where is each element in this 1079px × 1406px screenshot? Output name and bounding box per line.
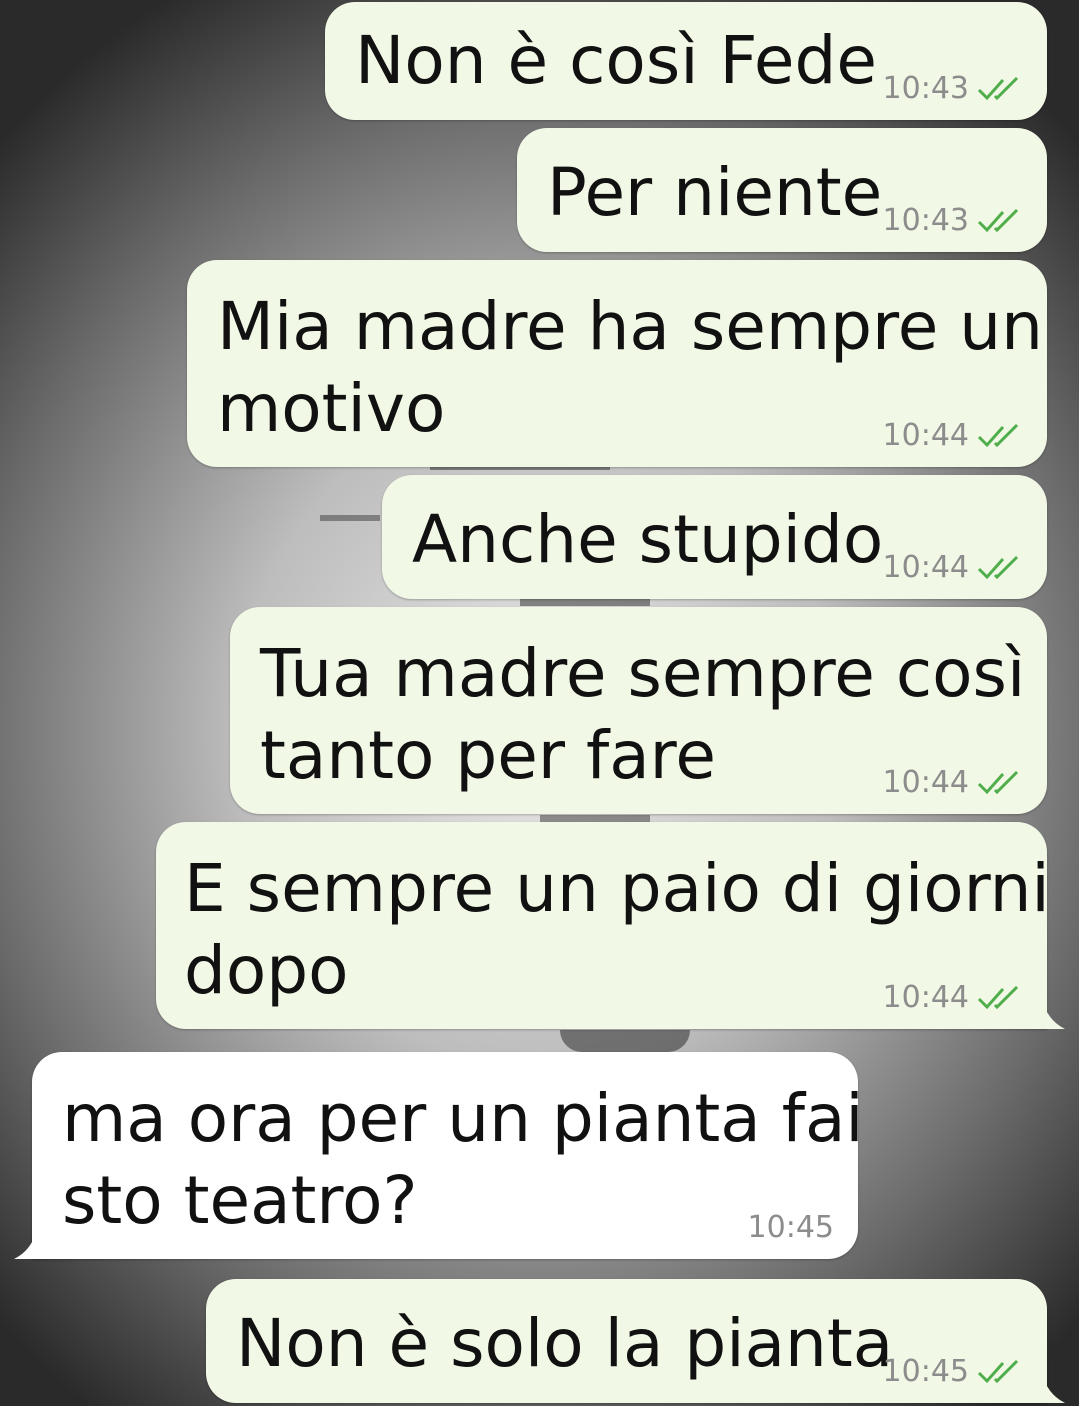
- message-text: Tua madre sempre così: [260, 635, 1026, 712]
- message-time: 10:44: [882, 550, 969, 585]
- double-check-icon: [977, 76, 1019, 100]
- double-check-icon: [977, 555, 1019, 579]
- message-text: dopo: [184, 932, 349, 1009]
- message-text: Per niente: [547, 154, 883, 231]
- message-meta: 10:44: [883, 765, 1023, 800]
- bubble-tail: [14, 1238, 34, 1259]
- double-check-icon: [977, 985, 1019, 1009]
- message-text: tanto per fare: [260, 717, 716, 794]
- message-bubble[interactable]: Anche stupido 10:44: [382, 475, 1047, 599]
- double-check-icon: [977, 1359, 1019, 1383]
- message-bubble[interactable]: Tua madre sempre così tanto per fare 10:…: [230, 607, 1047, 814]
- message-time: 10:45: [882, 1354, 969, 1389]
- message-time: 10:45: [747, 1210, 834, 1245]
- message-bubble[interactable]: Per niente 10:43: [517, 128, 1047, 252]
- message-bubble[interactable]: Mia madre ha sempre un motivo 10:44: [187, 260, 1047, 467]
- bubble-tail: [1045, 1008, 1065, 1029]
- message-text: Non è solo la pianta: [236, 1305, 894, 1382]
- double-check-icon: [977, 208, 1019, 232]
- message-meta: 10:45: [883, 1354, 1023, 1389]
- message-bubble[interactable]: Non è solo la pianta 10:45: [206, 1279, 1047, 1403]
- message-meta: 10:44: [883, 980, 1023, 1015]
- wallpaper-shape: [560, 1030, 690, 1052]
- message-text: Mia madre ha sempre un: [217, 288, 1043, 365]
- message-time: 10:43: [882, 203, 969, 238]
- message-text: sto teatro?: [62, 1162, 418, 1239]
- message-time: 10:44: [882, 418, 969, 453]
- message-meta: 10:43: [883, 203, 1023, 238]
- message-text: E sempre un paio di giorni: [184, 850, 1050, 927]
- message-time: 10:44: [882, 980, 969, 1015]
- message-meta: 10:43: [883, 71, 1023, 106]
- message-meta: 10:44: [883, 418, 1023, 453]
- message-time: 10:43: [882, 71, 969, 106]
- message-bubble[interactable]: E sempre un paio di giorni dopo 10:44: [156, 822, 1050, 1029]
- message-text: Non è così Fede: [355, 22, 877, 99]
- message-meta: 10:45: [748, 1210, 834, 1245]
- double-check-icon: [977, 770, 1019, 794]
- bubble-tail: [1045, 1382, 1065, 1403]
- message-bubble[interactable]: Non è così Fede 10:43: [325, 2, 1047, 120]
- double-check-icon: [977, 423, 1019, 447]
- wallpaper-shape: [320, 515, 380, 521]
- message-text: Anche stupido: [412, 501, 884, 578]
- message-time: 10:44: [882, 765, 969, 800]
- message-text: motivo: [217, 370, 446, 447]
- message-bubble[interactable]: ma ora per un pianta fai sto teatro? 10:…: [32, 1052, 864, 1259]
- message-meta: 10:44: [883, 550, 1023, 585]
- message-text: ma ora per un pianta fai: [62, 1080, 864, 1157]
- wallpaper-shape: [520, 598, 650, 606]
